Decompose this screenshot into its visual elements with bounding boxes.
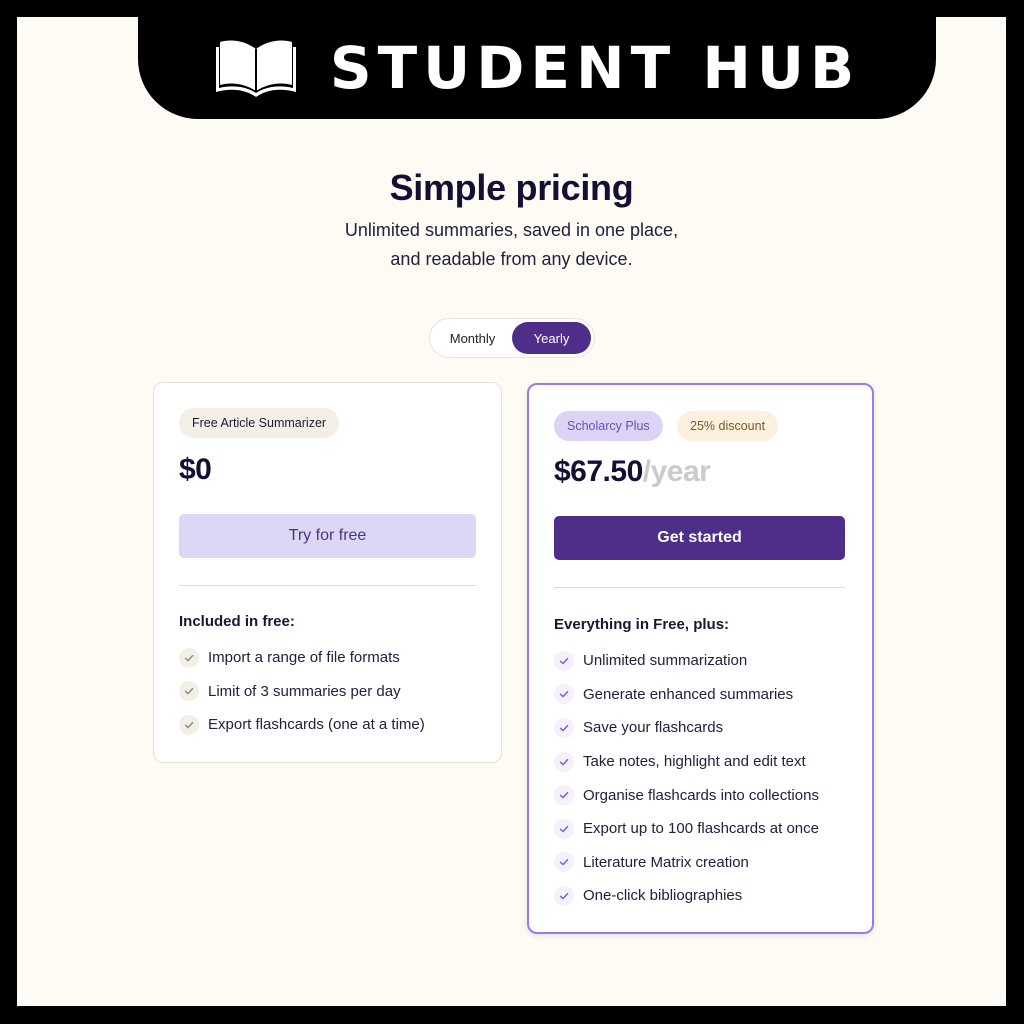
subtitle-line-1: Unlimited summaries, saved in one place, — [344, 220, 679, 240]
list-item: Limit of 3 summaries per day — [179, 675, 425, 709]
billing-option-yearly[interactable]: Yearly — [512, 322, 591, 354]
plus-features-list: Unlimited summarization Generate enhance… — [554, 644, 819, 913]
check-icon — [554, 852, 574, 873]
billing-option-monthly[interactable]: Monthly — [433, 322, 512, 354]
check-icon — [554, 818, 574, 839]
check-icon — [554, 684, 574, 705]
list-item: Import a range of file formats — [179, 641, 425, 675]
feature-label: Take notes, highlight and edit text — [583, 753, 806, 771]
page-title: Simple pricing — [389, 167, 634, 208]
check-icon — [179, 647, 199, 668]
list-item: One-click bibliographies — [554, 879, 819, 913]
feature-label: Import a range of file formats — [208, 649, 400, 667]
feature-label: Organise flashcards into collections — [583, 786, 819, 804]
price-amount: $67.50 — [554, 455, 643, 488]
check-icon — [179, 681, 199, 702]
try-for-free-button[interactable]: Try for free — [179, 514, 476, 558]
plus-plan-price: $67.50/year — [554, 455, 711, 489]
list-item: Generate enhanced summaries — [554, 678, 819, 712]
feature-label: Literature Matrix creation — [583, 853, 749, 871]
check-icon — [554, 650, 574, 671]
free-plan-card: Free Article Summarizer $0 Try for free … — [153, 382, 502, 763]
plan-badge-free: Free Article Summarizer — [179, 408, 340, 438]
list-item: Take notes, highlight and edit text — [554, 745, 819, 779]
plan-badge-plus: Scholarcy Plus — [554, 411, 663, 441]
list-item: Export up to 100 flashcards at once — [554, 812, 819, 846]
page-subtitle: Unlimited summaries, saved in one place,… — [17, 216, 1006, 274]
feature-label: Export flashcards (one at a time) — [208, 716, 425, 734]
free-features-list: Import a range of file formats Limit of … — [179, 641, 425, 742]
feature-label: Limit of 3 summaries per day — [208, 682, 401, 700]
feature-label: Export up to 100 flashcards at once — [583, 820, 819, 838]
plus-plan-card: Scholarcy Plus 25% discount $67.50/year … — [527, 383, 874, 934]
price-period: /year — [642, 455, 711, 488]
get-started-button[interactable]: Get started — [554, 516, 845, 560]
discount-badge: 25% discount — [677, 411, 779, 441]
feature-label: Save your flashcards — [583, 719, 724, 737]
free-features-title: Included in free: — [179, 613, 295, 630]
list-item: Organise flashcards into collections — [554, 778, 819, 812]
billing-period-toggle: Monthly Yearly — [429, 318, 595, 358]
list-item: Export flashcards (one at a time) — [179, 708, 425, 742]
brand-title: STUDENT HUB — [329, 34, 861, 102]
page-canvas: STUDENT HUB Simple pricing Unlimited sum… — [17, 17, 1006, 1006]
plus-features-title: Everything in Free, plus: — [554, 616, 730, 633]
check-icon — [554, 785, 574, 806]
list-item: Save your flashcards — [554, 711, 819, 745]
card-divider — [554, 587, 845, 588]
free-plan-price: $0 — [179, 453, 212, 486]
card-divider — [179, 585, 476, 586]
feature-label: Generate enhanced summaries — [583, 685, 794, 703]
list-item: Literature Matrix creation — [554, 846, 819, 880]
check-icon — [554, 751, 574, 772]
brand-banner: STUDENT HUB — [138, 17, 936, 119]
list-item: Unlimited summarization — [554, 644, 819, 678]
check-icon — [554, 885, 574, 906]
feature-label: One-click bibliographies — [583, 887, 743, 905]
open-book-icon — [215, 40, 296, 97]
subtitle-line-2: and readable from any device. — [390, 249, 633, 269]
check-icon — [554, 717, 574, 738]
check-icon — [179, 714, 199, 735]
feature-label: Unlimited summarization — [583, 652, 748, 670]
